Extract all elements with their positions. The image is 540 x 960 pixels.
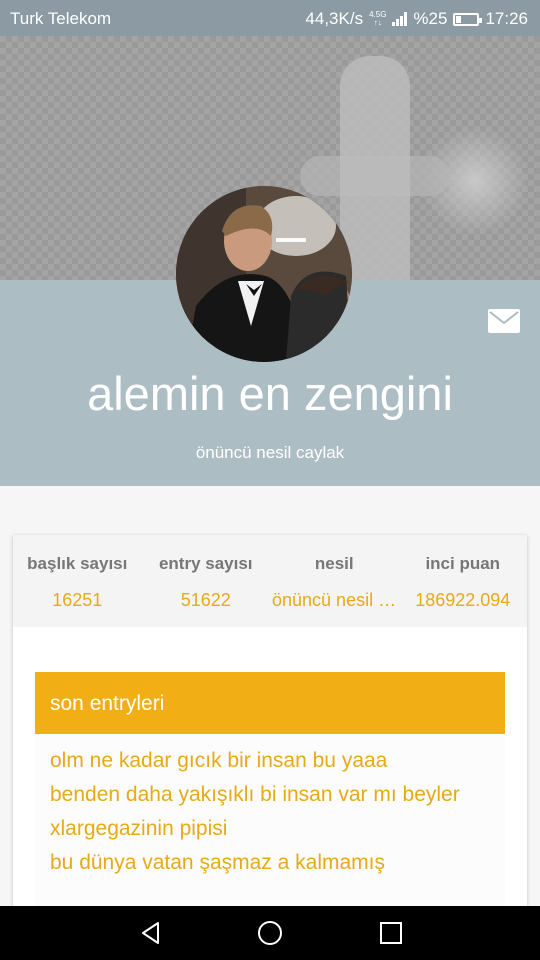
entry-link[interactable]: xlargegazinin pipisi xyxy=(35,812,505,846)
stats-row: başlık sayısı 16251 entry sayısı 51622 n… xyxy=(13,535,527,627)
stat-label: başlık sayısı xyxy=(27,554,128,573)
stat-karma-points: inci puan 186922.094 xyxy=(399,535,528,627)
stat-value: önüncü nesil caylak xyxy=(272,590,399,610)
envelope-icon[interactable] xyxy=(488,309,520,333)
battery-level-fill xyxy=(456,15,462,23)
stat-topic-count: başlık sayısı 16251 xyxy=(13,535,142,627)
battery-percent: %25 xyxy=(413,9,448,28)
stat-entry-count: entry sayısı 51622 xyxy=(142,535,271,627)
system-nav-bar xyxy=(0,906,540,960)
recents-icon[interactable] xyxy=(378,920,404,946)
profile-card: başlık sayısı 16251 entry sayısı 51622 n… xyxy=(13,535,527,915)
stat-label: entry sayısı xyxy=(158,554,253,573)
recent-entries-header: son entryleri xyxy=(35,672,505,734)
stat-value: 16251 xyxy=(52,590,103,610)
home-icon[interactable] xyxy=(257,920,283,946)
stat-generation: nesil önüncü nesil caylak xyxy=(270,535,399,627)
battery-icon xyxy=(453,12,483,26)
back-icon[interactable] xyxy=(138,920,164,946)
stat-label: nesil xyxy=(314,554,354,573)
network-type-icon: 4.5G ↑↓ xyxy=(369,11,386,27)
profile-generation: önüncü nesil caylak xyxy=(195,443,345,462)
network-activity-arrows: ↑↓ xyxy=(373,18,382,27)
recent-entries-list: olm ne kadar gıcık bir insan bu yaaa ben… xyxy=(35,734,505,915)
entry-link[interactable]: benden daha yakışıklı bi insan var mı be… xyxy=(35,778,505,812)
entry-link[interactable]: bu dünya vatan şaşmaz a kalmamış xyxy=(35,846,505,880)
network-speed: 44,3K/s xyxy=(305,9,364,28)
signal-icon xyxy=(392,12,408,26)
carrier-name: Turk Telekom xyxy=(10,9,112,28)
stat-label: inci puan xyxy=(425,554,501,573)
profile-username: alemin en zengini xyxy=(87,367,453,420)
stat-value: 51622 xyxy=(180,590,231,610)
status-bar: Turk Telekom 44,3K/s 4.5G ↑↓ %25 17:26 xyxy=(0,0,540,36)
entry-link[interactable]: olm ne kadar gıcık bir insan bu yaaa xyxy=(35,734,505,778)
stat-value: 186922.094 xyxy=(415,590,511,610)
clock: 17:26 xyxy=(485,9,528,28)
profile-avatar[interactable] xyxy=(176,186,352,362)
status-icons: 44,3K/s 4.5G ↑↓ %25 17:26 xyxy=(305,9,528,29)
